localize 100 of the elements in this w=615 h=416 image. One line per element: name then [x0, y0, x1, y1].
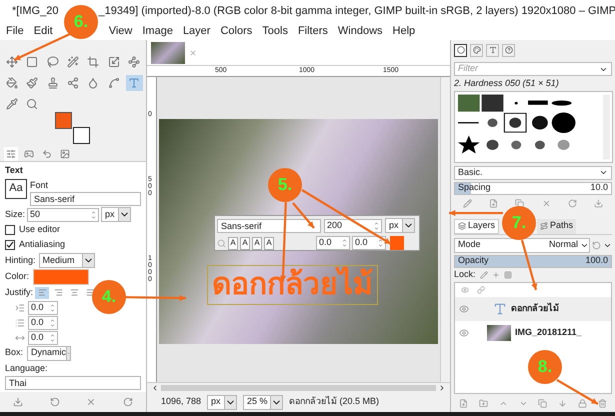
dock-tab[interactable]	[486, 44, 499, 56]
background-color-swatch[interactable]	[73, 127, 90, 144]
align-icon	[86, 288, 95, 298]
unit-dropdown[interactable]: px	[101, 207, 132, 222]
text-on-canvas: ดอกกล้วยไม้	[207, 265, 378, 305]
style-button[interactable]: A	[264, 236, 274, 250]
nodes-icon	[66, 77, 79, 89]
menu-item[interactable]: Help	[392, 22, 416, 40]
scroll-right-icon[interactable]	[438, 384, 446, 392]
rectangle-select-icon	[26, 56, 38, 68]
menu-item[interactable]: Tools	[262, 22, 288, 40]
lock-alpha-icon[interactable]	[504, 270, 512, 278]
annotation-arrow	[520, 238, 540, 292]
delete-icon[interactable]	[86, 397, 96, 407]
image-tab-thumbnail[interactable]	[151, 42, 185, 64]
menu-item[interactable]: Windows	[338, 22, 383, 40]
merge-icon[interactable]	[558, 398, 568, 408]
refresh-icon[interactable]	[568, 199, 577, 208]
mode-dropdown[interactable]: Mode Normal	[454, 238, 590, 252]
style-button[interactable]: A	[252, 236, 262, 250]
dock-tab[interactable]	[470, 44, 483, 56]
new-layer-icon[interactable]	[459, 398, 468, 408]
new-icon[interactable]	[488, 199, 498, 208]
new-group-icon[interactable]	[479, 398, 488, 408]
duplicate-icon[interactable]	[538, 398, 548, 408]
justify-button[interactable]	[35, 286, 50, 299]
menu-item[interactable]: Filters	[298, 22, 328, 40]
kerning-field[interactable]: 0.0	[352, 236, 386, 250]
chain-icon	[477, 286, 485, 294]
save-icon[interactable]	[13, 397, 24, 407]
style-button[interactable]: A	[228, 236, 238, 250]
menu-item[interactable]: View	[108, 22, 132, 40]
dropdown-caret-icon	[118, 208, 130, 221]
spin-arrows-icon	[374, 220, 379, 230]
spacing-field[interactable]: 0.0	[28, 330, 58, 344]
size-field[interactable]: 50	[27, 208, 100, 222]
text-layer-icon	[493, 302, 507, 316]
lock-pixels-icon[interactable]	[480, 270, 488, 278]
eye-icon[interactable]	[459, 328, 469, 338]
lock-position-icon[interactable]	[492, 270, 500, 278]
menu-item[interactable]: Colors	[220, 22, 252, 40]
menu-item[interactable]: File	[6, 22, 24, 40]
horizontal-scrollbar[interactable]	[161, 384, 436, 390]
style-button[interactable]: A	[240, 236, 250, 250]
menu-item[interactable]: Layer	[182, 22, 210, 40]
language-field[interactable]: Thai	[5, 376, 141, 390]
status-text: ดอกกล้วยไม้ (20.5 MB)	[289, 395, 380, 408]
restore-icon[interactable]	[50, 397, 60, 407]
dock-tab[interactable]: Paths	[537, 218, 576, 234]
layer-row[interactable]: ดอกกล้วยไม้	[455, 296, 611, 320]
spacing-field[interactable]: 0.0	[28, 300, 58, 314]
eye-icon[interactable]	[459, 304, 469, 314]
zoom-icon	[26, 98, 38, 110]
opacity-slider[interactable]: Opacity 100.0	[454, 254, 612, 268]
menu-item[interactable]: Image	[142, 22, 173, 40]
reset-icon[interactable]	[122, 397, 133, 407]
drop-icon	[87, 77, 100, 89]
pointer-coordinates: 1096, 788	[161, 395, 201, 408]
foreground-color-swatch[interactable]	[55, 112, 72, 129]
hinting-label: Hinting:	[5, 254, 36, 267]
size-field[interactable]: 200	[324, 218, 382, 232]
text-color-button[interactable]	[390, 236, 404, 250]
duplicate-icon[interactable]	[515, 199, 524, 208]
bucket-icon	[6, 77, 18, 89]
font-preview-button[interactable]: Aa	[5, 178, 27, 198]
checkbox[interactable]	[5, 240, 15, 250]
dock-tab[interactable]: Layers	[454, 218, 500, 234]
checkbox-label: Use editor	[19, 223, 60, 236]
window-title: *[IMG_20	[12, 4, 58, 19]
baseline-field[interactable]: 0.0	[316, 236, 350, 250]
delete-icon[interactable]	[542, 199, 551, 208]
scroll-left-icon[interactable]	[151, 384, 159, 392]
delete-icon[interactable]	[598, 398, 607, 408]
spacing-slider[interactable]: Spacing 10.0	[454, 182, 612, 194]
edit-icon[interactable]	[462, 199, 472, 208]
spacing-field[interactable]: 0.0	[28, 316, 58, 330]
font-field[interactable]: Sans-serif	[217, 218, 321, 232]
tag-field[interactable]: Basic.	[454, 166, 612, 180]
justify-label: Justify:	[5, 286, 34, 299]
open-icon[interactable]	[594, 199, 604, 208]
menu-item[interactable]: Edit	[34, 22, 53, 40]
dock-tab[interactable]	[502, 44, 515, 56]
checkbox[interactable]	[5, 225, 15, 235]
box-label: Box:	[5, 346, 24, 360]
unit-dropdown[interactable]: px	[385, 218, 415, 233]
font-field[interactable]: Sans-serif	[30, 192, 141, 206]
text-color-button[interactable]	[33, 269, 90, 285]
hinting-dropdown[interactable]: Medium	[38, 253, 95, 268]
tool-button[interactable]	[126, 75, 143, 91]
close-tab-icon[interactable]	[189, 48, 197, 56]
tab-icon	[6, 148, 16, 158]
tab-icon	[456, 46, 464, 54]
zoom-dropdown[interactable]: 25 %	[243, 394, 283, 410]
dock-tab[interactable]	[454, 44, 467, 56]
pipette-icon	[6, 98, 18, 110]
tab-icon	[60, 148, 70, 158]
tab-icon	[458, 222, 466, 230]
unit-dropdown[interactable]: px	[207, 394, 237, 410]
box-dropdown[interactable]: Dynamic	[27, 346, 72, 360]
switch-mode-icon[interactable]	[592, 240, 601, 250]
